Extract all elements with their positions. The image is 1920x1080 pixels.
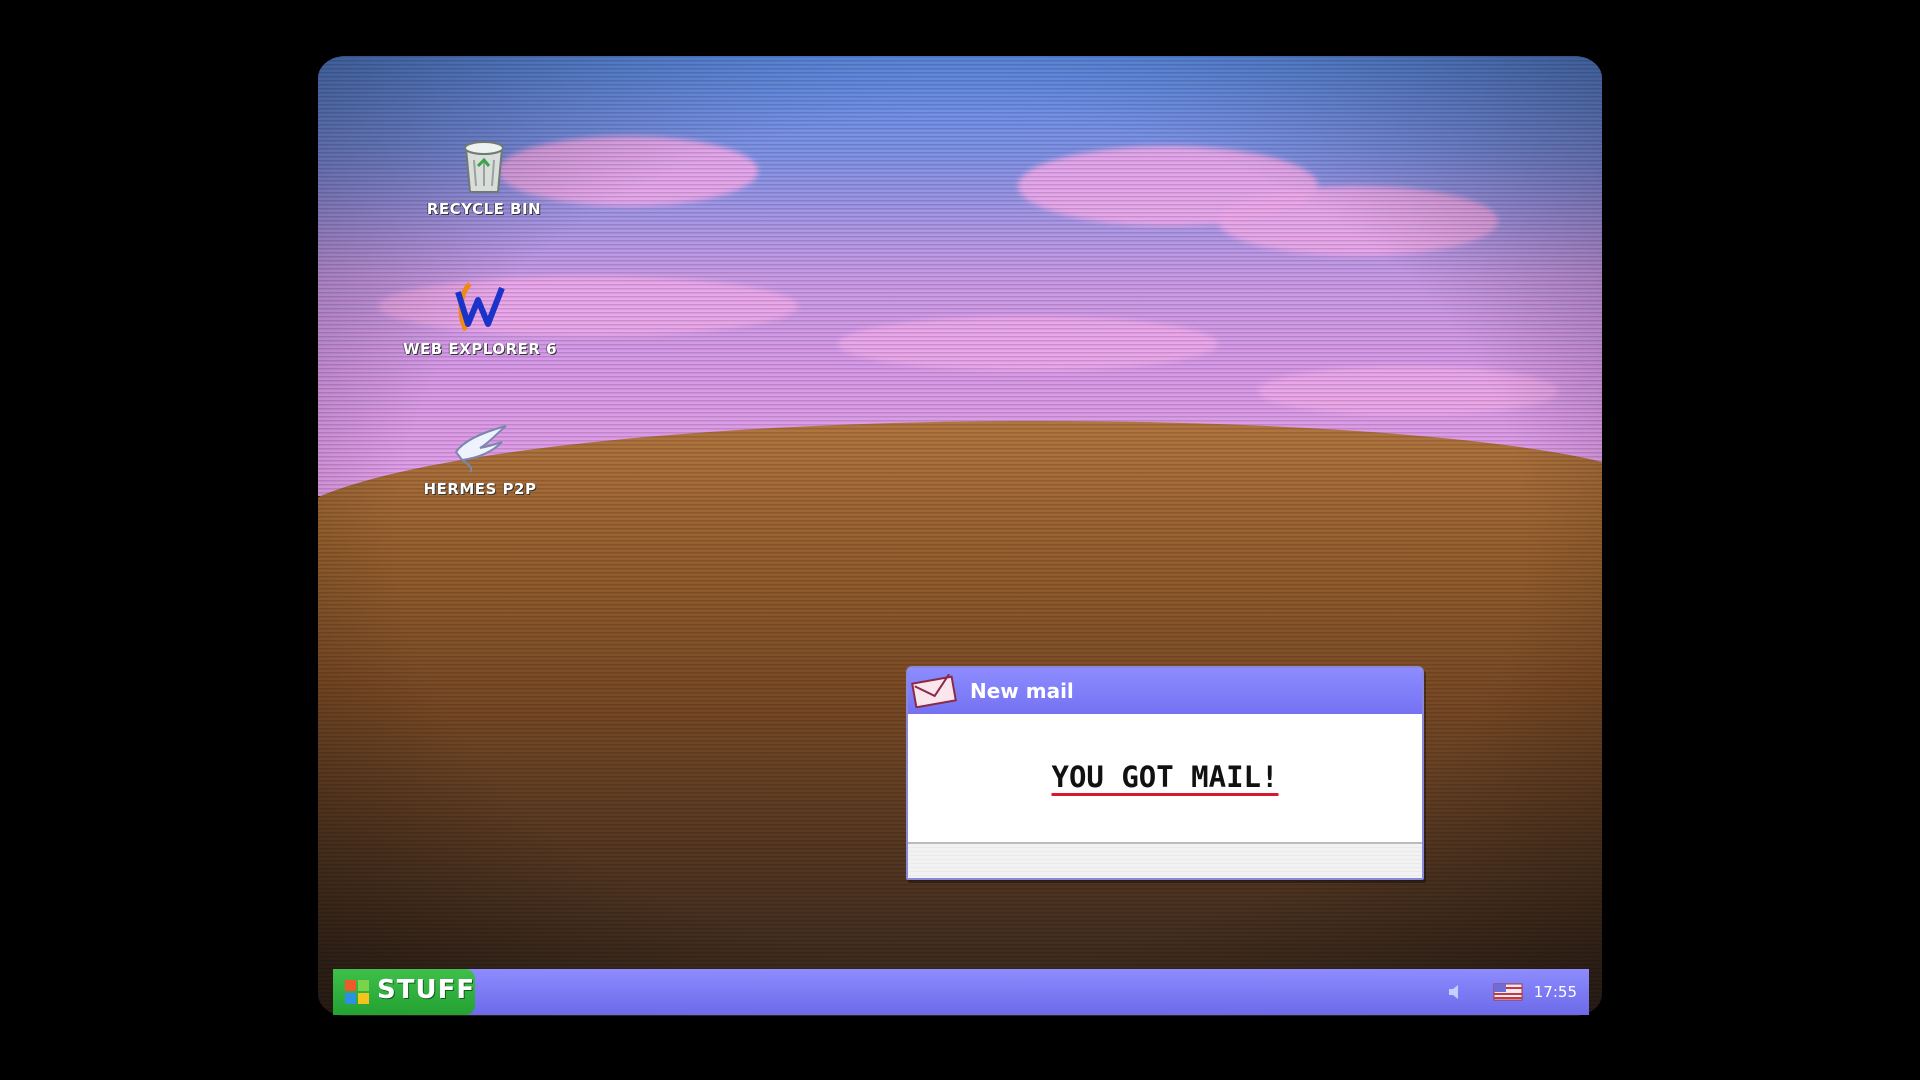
desktop-icon-web-explorer[interactable]: WEB EXPLORER 6	[400, 278, 560, 358]
taskbar: STUFF 17:55	[333, 969, 1589, 1015]
start-button-label: STUFF	[377, 975, 476, 1005]
recycle-bin-icon	[464, 141, 504, 193]
popup-message: YOU GOT MAIL!	[908, 760, 1422, 794]
taskbar-clock: 17:55	[1533, 983, 1577, 1001]
envelope-icon	[911, 674, 957, 708]
popup-title: New mail	[970, 679, 1074, 703]
new-mail-popup[interactable]: New mail YOU GOT MAIL!	[906, 666, 1424, 880]
desktop-icon-label: HERMES P2P	[423, 480, 537, 498]
hermes-p2p-icon	[454, 425, 507, 473]
popup-footer	[908, 842, 1422, 878]
desktop-icon-label: WEB EXPLORER 6	[402, 340, 558, 358]
desktop-icon-hermes-p2p[interactable]: HERMES P2P	[400, 422, 560, 498]
desktop-icon-recycle-bin[interactable]: RECYCLE BIN	[404, 138, 564, 218]
start-logo-icon	[345, 980, 369, 1004]
popup-titlebar[interactable]: New mail	[908, 668, 1422, 714]
flag-icon[interactable]	[1493, 982, 1523, 1002]
start-button[interactable]: STUFF	[333, 969, 475, 1015]
popup-message-text: YOU GOT MAIL!	[1051, 760, 1279, 794]
web-explorer-icon	[455, 282, 505, 332]
desktop-icon-label: RECYCLE BIN	[426, 200, 542, 218]
speaker-icon[interactable]	[1447, 983, 1463, 1001]
